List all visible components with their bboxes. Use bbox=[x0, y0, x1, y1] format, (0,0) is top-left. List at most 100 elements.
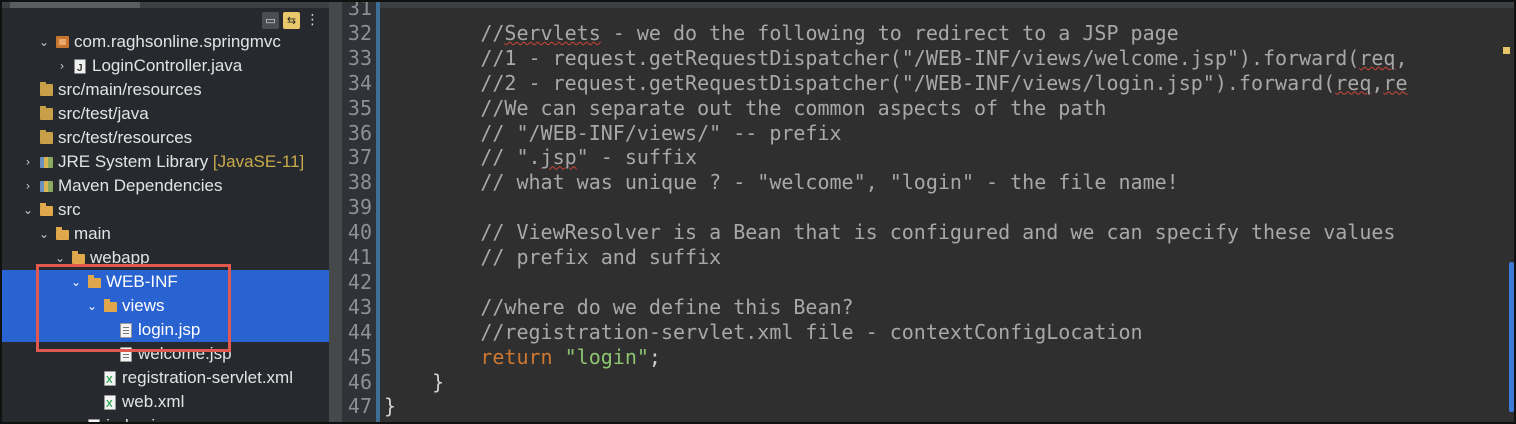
code-text: // ViewResolver is a Bean that is config… bbox=[384, 220, 1395, 245]
jsp-file-icon bbox=[88, 419, 100, 422]
tree-item[interactable]: › LoginController.java bbox=[2, 54, 329, 81]
link-with-editor-icon[interactable]: ⇆ bbox=[283, 12, 300, 29]
xml-file-icon bbox=[104, 393, 116, 417]
line-number: 43 bbox=[347, 294, 372, 319]
tree-item[interactable]: src/test/resources bbox=[2, 126, 329, 150]
code-text: } bbox=[384, 394, 396, 419]
chevron-right-icon[interactable]: › bbox=[22, 150, 34, 174]
line-number: 34 bbox=[347, 70, 372, 95]
chevron-right-icon[interactable]: › bbox=[56, 54, 68, 78]
tree-item[interactable]: ⌄ com.raghsonline.springmvc bbox=[2, 30, 329, 54]
tree-item[interactable]: login.jsp bbox=[2, 318, 329, 342]
chevron-down-icon[interactable]: ⌄ bbox=[70, 270, 82, 294]
code-token: // bbox=[384, 20, 505, 45]
tree-item[interactable]: ⌄ views bbox=[2, 294, 329, 318]
tree-item[interactable]: › Maven Dependencies bbox=[2, 174, 329, 198]
code-token: } bbox=[384, 369, 445, 394]
code-line[interactable]: 42 bbox=[342, 270, 1514, 295]
chevron-right-icon[interactable]: › bbox=[22, 174, 34, 198]
view-menu-icon[interactable]: ⋮ bbox=[304, 12, 321, 29]
chevron-down-icon[interactable]: ⌄ bbox=[54, 246, 66, 270]
tree-item[interactable]: registration-servlet.xml bbox=[2, 366, 329, 393]
jsp-file-icon bbox=[120, 347, 132, 362]
code-line[interactable]: 35 //We can separate out the common aspe… bbox=[342, 96, 1514, 121]
code-line[interactable]: 43 //where do we define this Bean? bbox=[342, 295, 1514, 320]
code-token: // ViewResolver is a Bean that is config… bbox=[384, 220, 1396, 245]
code-line[interactable]: 40 // ViewResolver is a Bean that is con… bbox=[342, 220, 1514, 245]
folder-icon bbox=[88, 275, 101, 288]
tree-item[interactable]: ⌄ src bbox=[2, 198, 329, 222]
code-line[interactable]: 34 //2 - request.getRequestDispatcher("/… bbox=[342, 71, 1514, 96]
folder-icon bbox=[104, 299, 117, 312]
code-token: Servlets bbox=[504, 20, 601, 45]
warning-marker-icon[interactable] bbox=[1503, 47, 1510, 54]
code-token: //1 - request.getRequestDispatcher("/WEB… bbox=[384, 45, 1360, 70]
library-icon bbox=[40, 181, 53, 192]
tree-item-label: web.xml bbox=[122, 392, 185, 411]
code-line[interactable]: 47} bbox=[342, 394, 1514, 419]
tree-item-label: registration-servlet.xml bbox=[122, 368, 293, 387]
chevron-down-icon[interactable]: ⌄ bbox=[38, 222, 50, 246]
code-line[interactable]: 32 //Servlets - we do the following to r… bbox=[342, 21, 1514, 46]
source-folder-icon bbox=[40, 130, 53, 144]
jsp-file-icon bbox=[120, 323, 132, 338]
code-text: } bbox=[384, 370, 444, 395]
code-line[interactable]: 45 return "login"; bbox=[342, 345, 1514, 370]
line-number: 37 bbox=[347, 145, 372, 170]
tree-item-label: src bbox=[58, 200, 81, 219]
code-line[interactable]: 39 bbox=[342, 195, 1514, 220]
tree-item-label: index.jsp bbox=[106, 414, 173, 422]
code-line[interactable]: 38 // what was unique ? - "welcome", "lo… bbox=[342, 170, 1514, 195]
explorer-active-tab[interactable] bbox=[10, 2, 140, 8]
tree-item-label: Maven Dependencies bbox=[58, 176, 223, 195]
code-line[interactable]: 37 // ".jsp" - suffix bbox=[342, 145, 1514, 170]
code-line[interactable]: 46 } bbox=[342, 370, 1514, 395]
tree-item[interactable]: ⌄ WEB-INF bbox=[2, 270, 329, 294]
tree-item[interactable]: index.jsp bbox=[2, 414, 329, 422]
code-line[interactable]: 36 // "/WEB-INF/views/" -- prefix bbox=[342, 121, 1514, 146]
line-number: 33 bbox=[347, 45, 372, 70]
code-token: , bbox=[1395, 45, 1408, 70]
code-editor[interactable]: 31 32 //Servlets - we do the following t… bbox=[342, 2, 1514, 422]
tree-item-label: src/test/resources bbox=[58, 128, 193, 147]
tree-item[interactable]: web.xml bbox=[2, 390, 329, 417]
code-token: " - suffix bbox=[576, 145, 698, 170]
line-number: 41 bbox=[347, 245, 372, 269]
tree-item-label: login.jsp bbox=[138, 320, 201, 339]
tree-item-label: JRE System Library [JavaSE-11] bbox=[58, 152, 305, 171]
code-line[interactable]: 44 //registration-servlet.xml file - con… bbox=[342, 320, 1514, 345]
collapse-all-icon[interactable]: ▭ bbox=[262, 12, 279, 29]
source-folder-icon bbox=[40, 82, 53, 96]
code-token: // ". bbox=[384, 145, 541, 170]
vertical-scrollbar[interactable] bbox=[1509, 262, 1514, 412]
code-text: //1 - request.getRequestDispatcher("/WEB… bbox=[384, 45, 1408, 71]
tree-item[interactable]: › JRE System Library [JavaSE-11] bbox=[2, 150, 329, 174]
code-line[interactable]: 33 //1 - request.getRequestDispatcher("/… bbox=[342, 46, 1514, 71]
chevron-down-icon[interactable]: ⌄ bbox=[38, 30, 50, 54]
line-number: 40 bbox=[347, 220, 372, 245]
code-token: //We can separate out the common aspects… bbox=[384, 95, 1107, 120]
tree-item-label: com.raghsonline.springmvc bbox=[74, 32, 281, 51]
line-number: 44 bbox=[347, 319, 372, 344]
code-text: //We can separate out the common aspects… bbox=[384, 96, 1106, 121]
code-token: //2 - request.getRequestDispatcher("/WEB… bbox=[384, 70, 1336, 95]
code-token: //registration-servlet.xml file - contex… bbox=[384, 319, 1143, 344]
xml-file-icon bbox=[104, 369, 116, 393]
tree-item[interactable]: welcome.jsp bbox=[2, 342, 329, 366]
pane-splitter[interactable] bbox=[329, 2, 342, 422]
line-number: 36 bbox=[347, 120, 372, 145]
explorer-toolbar: ▭ ⇆ ⋮ bbox=[262, 12, 321, 29]
code-line[interactable]: 31 bbox=[342, 2, 1514, 21]
line-number: 42 bbox=[347, 269, 372, 294]
chevron-down-icon[interactable]: ⌄ bbox=[22, 198, 34, 222]
code-token: // prefix and suffix bbox=[384, 245, 722, 269]
chevron-down-icon[interactable]: ⌄ bbox=[86, 294, 98, 318]
source-folder-icon bbox=[40, 106, 53, 120]
code-line[interactable]: 41 // prefix and suffix bbox=[342, 245, 1514, 270]
tree-item[interactable]: ⌄ webapp bbox=[2, 246, 329, 270]
tree-item[interactable]: src/main/resources bbox=[2, 78, 329, 102]
tree-item[interactable]: ⌄ main bbox=[2, 222, 329, 246]
explorer-tab-strip[interactable] bbox=[2, 2, 329, 8]
tree-item[interactable]: src/test/java bbox=[2, 102, 329, 126]
line-number: 32 bbox=[347, 20, 372, 45]
